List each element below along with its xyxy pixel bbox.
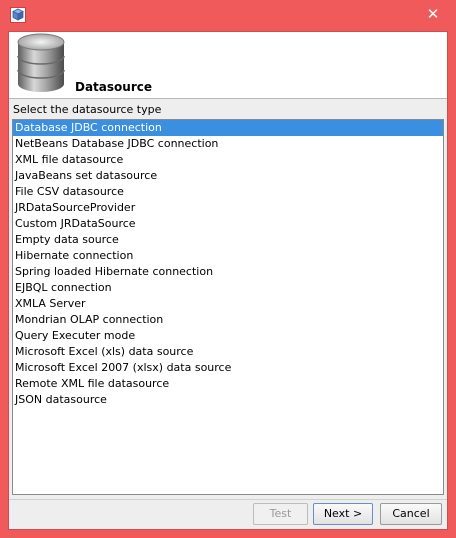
datasource-type-item[interactable]: File CSV datasource <box>13 184 443 200</box>
datasource-type-item[interactable]: Custom JRDataSource <box>13 216 443 232</box>
wizard-header: Datasource <box>9 32 447 98</box>
next-button[interactable]: Next > <box>313 503 373 525</box>
datasource-type-item[interactable]: Query Executer mode <box>13 328 443 344</box>
dialog-window: ✕ Datasource Select the datasource type … <box>0 0 456 538</box>
datasource-type-item[interactable]: EJBQL connection <box>13 280 443 296</box>
datasource-type-item[interactable]: Spring loaded Hibernate connection <box>13 264 443 280</box>
datasource-type-item[interactable]: JSON datasource <box>13 392 443 408</box>
database-icon <box>17 33 65 92</box>
datasource-type-item[interactable]: Hibernate connection <box>13 248 443 264</box>
button-bar-divider <box>9 499 447 500</box>
datasource-type-item[interactable]: XML file datasource <box>13 152 443 168</box>
test-button[interactable]: Test <box>253 503 308 525</box>
datasource-type-item[interactable]: NetBeans Database JDBC connection <box>13 136 443 152</box>
datasource-type-item[interactable]: Microsoft Excel 2007 (xlsx) data source <box>13 360 443 376</box>
datasource-type-item[interactable]: Remote XML file datasource <box>13 376 443 392</box>
datasource-type-item[interactable]: Database JDBC connection <box>13 120 443 136</box>
header-title: Datasource <box>75 80 152 94</box>
datasource-type-item[interactable]: Empty data source <box>13 232 443 248</box>
datasource-type-item[interactable]: JRDataSourceProvider <box>13 200 443 216</box>
datasource-type-item[interactable]: JavaBeans set datasource <box>13 168 443 184</box>
header-divider <box>9 98 447 99</box>
datasource-type-item[interactable]: Mondrian OLAP connection <box>13 312 443 328</box>
close-button[interactable]: ✕ <box>420 4 446 24</box>
app-cube-icon <box>10 7 26 23</box>
datasource-type-item[interactable]: Microsoft Excel (xls) data source <box>13 344 443 360</box>
datasource-type-label: Select the datasource type <box>13 103 162 116</box>
close-icon: ✕ <box>426 5 440 23</box>
datasource-type-item[interactable]: XMLA Server <box>13 296 443 312</box>
cancel-button[interactable]: Cancel <box>380 503 442 525</box>
dialog-client-area: Datasource Select the datasource type Da… <box>8 31 448 530</box>
datasource-type-list[interactable]: Database JDBC connection NetBeans Databas… <box>12 119 444 495</box>
title-bar[interactable]: ✕ <box>0 0 456 32</box>
